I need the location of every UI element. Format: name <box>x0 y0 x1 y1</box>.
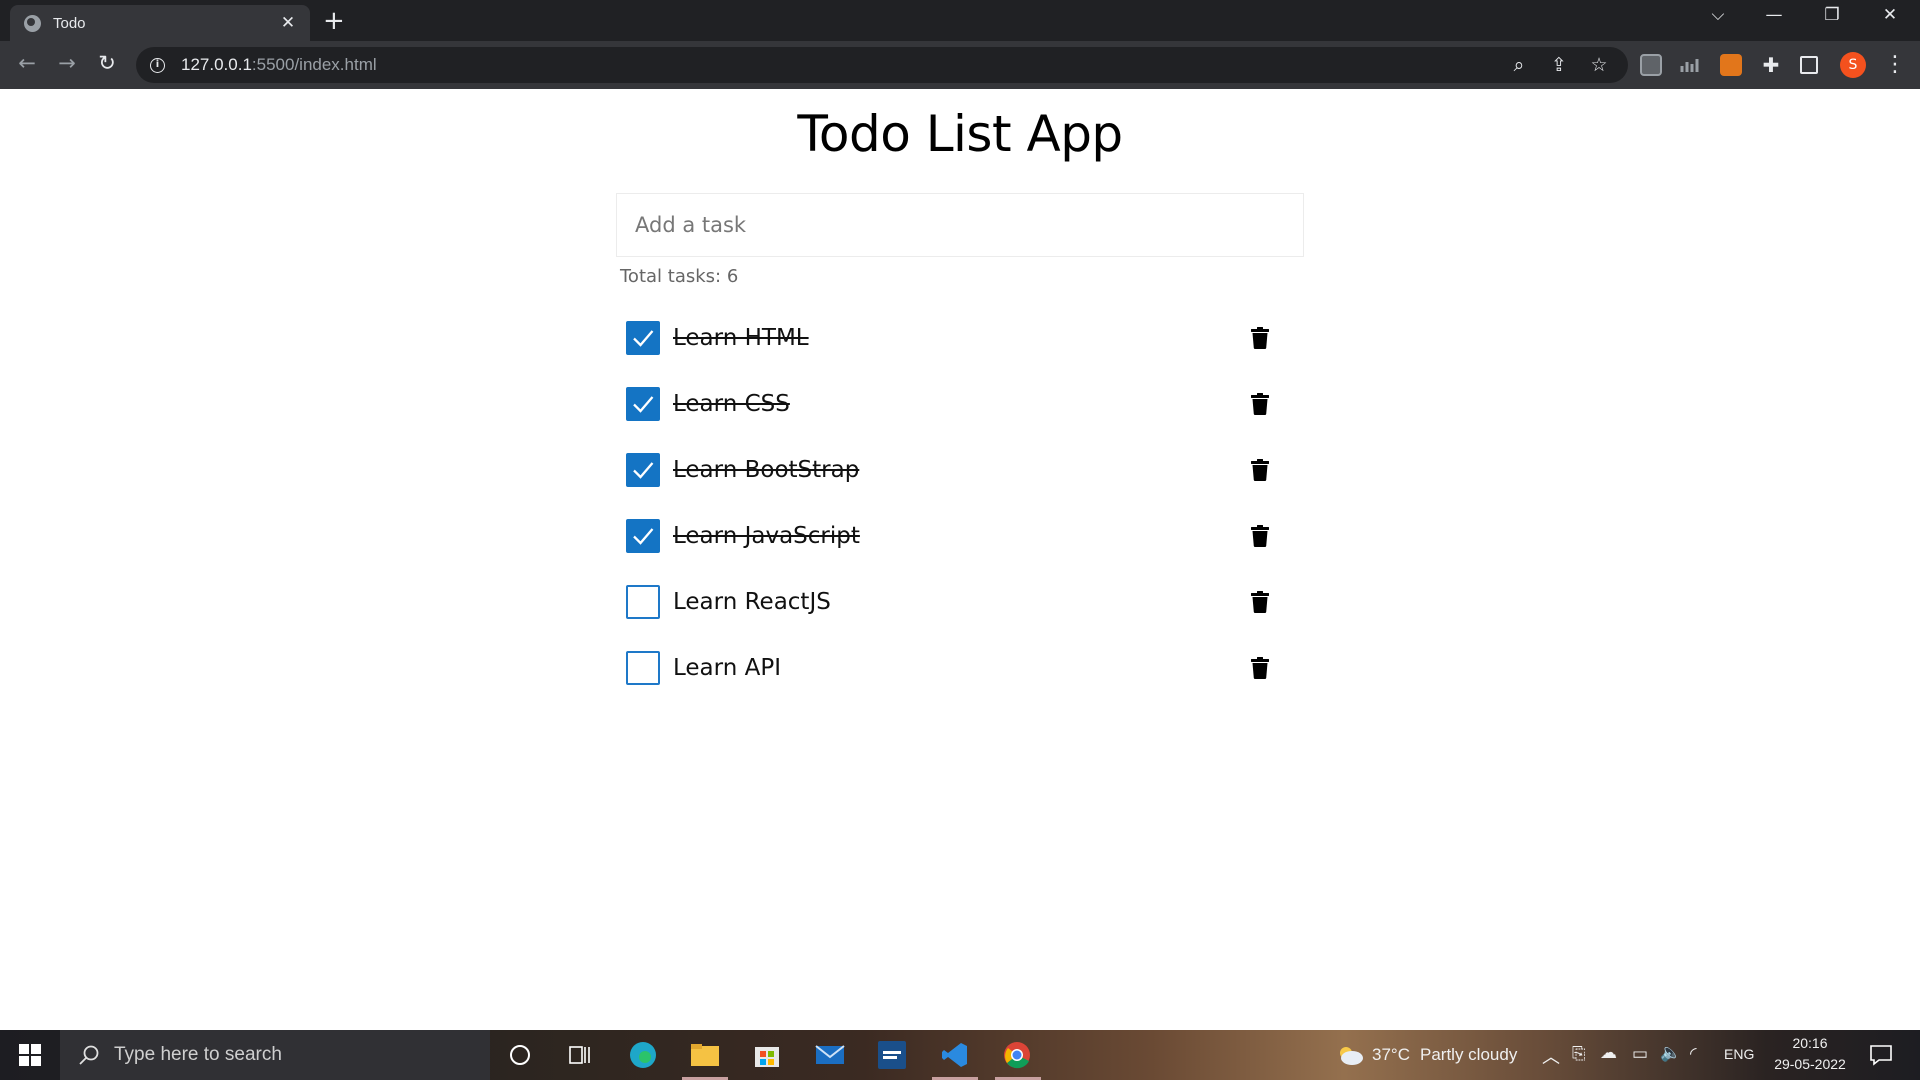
weather-cloud-icon[interactable] <box>1335 1040 1365 1070</box>
trash-icon[interactable] <box>1250 393 1270 415</box>
task-item: Learn BootStrap <box>626 437 1296 503</box>
trash-icon[interactable] <box>1250 327 1270 349</box>
task-item: Learn HTML <box>626 305 1296 371</box>
checkmark-icon <box>633 330 654 347</box>
cortana-icon[interactable] <box>505 1040 535 1070</box>
task-label: Learn HTML <box>673 325 809 351</box>
zoom-icon[interactable]: ⌕ <box>1506 54 1532 76</box>
restore-button[interactable]: ❐ <box>1812 5 1852 25</box>
bookmark-star-icon[interactable]: ☆ <box>1586 54 1612 76</box>
task-label: Learn CSS <box>673 391 790 417</box>
task-item: Learn CSS <box>626 371 1296 437</box>
browser-toolbar: ← → ↻ i 127.0.0.1:5500/index.html ⌕ ⇪ ☆ <box>0 41 1920 89</box>
task-checkbox[interactable] <box>626 453 660 487</box>
trash-icon[interactable] <box>1250 657 1270 679</box>
battery-icon[interactable]: ▭ <box>1632 1044 1648 1064</box>
search-placeholder: Type here to search <box>114 1044 282 1065</box>
taskbar-search[interactable]: Type here to search <box>60 1030 490 1080</box>
clock-date: 29-05-2022 <box>1774 1056 1846 1072</box>
extensions-puzzle-icon[interactable]: ✚ <box>1760 54 1782 76</box>
new-tab-button[interactable]: + <box>323 6 345 36</box>
weather-temperature[interactable]: 37°C <box>1372 1045 1410 1065</box>
checkmark-icon <box>633 462 654 479</box>
close-tab-icon[interactable]: ✕ <box>278 13 298 33</box>
add-task-input[interactable] <box>616 193 1304 257</box>
trash-icon[interactable] <box>1250 525 1270 547</box>
notification-center-icon[interactable] <box>1866 1040 1896 1070</box>
page-title: Todo List App <box>797 105 1123 163</box>
forward-button[interactable]: → <box>52 51 82 75</box>
windows-taskbar: Type here to search 37°C Partly cloudy ︿… <box>0 1030 1920 1080</box>
tab-title: Todo <box>53 14 86 32</box>
weather-description[interactable]: Partly cloudy <box>1420 1045 1517 1065</box>
side-panel-icon[interactable] <box>1800 56 1818 74</box>
trash-icon[interactable] <box>1250 591 1270 613</box>
taskbar-clock[interactable]: 20:16 29-05-2022 <box>1760 1033 1860 1075</box>
onedrive-cloud-icon[interactable]: ☁ <box>1600 1043 1617 1063</box>
show-hidden-icons-icon[interactable]: ︿ <box>1542 1043 1560 1069</box>
vscode-icon[interactable] <box>940 1040 970 1070</box>
back-button[interactable]: ← <box>12 51 42 75</box>
edge-browser-icon[interactable] <box>628 1040 658 1070</box>
file-explorer-icon[interactable] <box>690 1040 720 1070</box>
task-label: Learn JavaScript <box>673 523 860 549</box>
task-list: Learn HTML Learn CSS Learn BootStrap Lea… <box>626 305 1296 701</box>
trash-icon[interactable] <box>1250 459 1270 481</box>
reload-button[interactable]: ↻ <box>92 51 122 75</box>
checkmark-icon <box>633 396 654 413</box>
extension-chart-icon[interactable] <box>1680 54 1702 76</box>
browser-tab[interactable]: Todo ✕ <box>10 5 310 41</box>
browser-tabstrip: Todo ✕ + ⌵ — ❐ ✕ <box>0 0 1920 41</box>
site-info-icon[interactable]: i <box>150 57 165 73</box>
task-checkbox[interactable] <box>626 585 660 619</box>
task-item: Learn API <box>626 635 1296 701</box>
share-icon[interactable]: ⇪ <box>1546 54 1572 76</box>
volume-icon[interactable]: 🔈 <box>1660 1043 1681 1063</box>
mail-icon[interactable] <box>815 1040 845 1070</box>
windows-start-button[interactable] <box>0 1030 60 1080</box>
task-checkbox[interactable] <box>626 321 660 355</box>
meet-now-icon[interactable]: ⎘ <box>1572 1044 1586 1064</box>
globe-icon <box>24 14 41 32</box>
language-indicator[interactable]: ENG <box>1724 1046 1754 1062</box>
task-item: Learn ReactJS <box>626 569 1296 635</box>
task-item: Learn JavaScript <box>626 503 1296 569</box>
prime-video-icon[interactable] <box>877 1040 907 1070</box>
close-window-button[interactable]: ✕ <box>1870 5 1910 25</box>
profile-avatar[interactable]: S <box>1840 52 1866 78</box>
url-host: 127.0.0.1 <box>181 55 252 74</box>
total-tasks-count: Total tasks: 6 <box>620 266 739 287</box>
microsoft-store-icon[interactable] <box>752 1040 782 1070</box>
task-label: Learn API <box>673 655 781 681</box>
chrome-menu-icon[interactable]: ⋮ <box>1884 52 1906 78</box>
metamask-fox-icon[interactable] <box>1720 54 1742 76</box>
tab-search-icon[interactable]: ⌵ <box>1698 5 1738 25</box>
task-label: Learn BootStrap <box>673 457 860 483</box>
minimize-button[interactable]: — <box>1754 5 1794 25</box>
chrome-icon[interactable] <box>1002 1040 1032 1070</box>
clock-time: 20:16 <box>1792 1035 1828 1051</box>
task-view-icon[interactable] <box>565 1040 595 1070</box>
search-icon <box>79 1045 99 1065</box>
task-label: Learn ReactJS <box>673 589 831 615</box>
task-checkbox[interactable] <box>626 519 660 553</box>
task-checkbox[interactable] <box>626 651 660 685</box>
page-viewport: Todo List App Total tasks: 6 Learn HTML … <box>0 89 1920 1030</box>
windows-logo-icon <box>19 1044 41 1066</box>
address-bar[interactable]: i 127.0.0.1:5500/index.html ⌕ ⇪ ☆ <box>136 47 1628 83</box>
checkmark-icon <box>633 528 654 545</box>
wifi-icon[interactable]: ◜ <box>1690 1044 1697 1064</box>
task-checkbox[interactable] <box>626 387 660 421</box>
url-path: :5500/index.html <box>251 55 377 74</box>
extension-grammar-icon[interactable] <box>1640 54 1662 76</box>
